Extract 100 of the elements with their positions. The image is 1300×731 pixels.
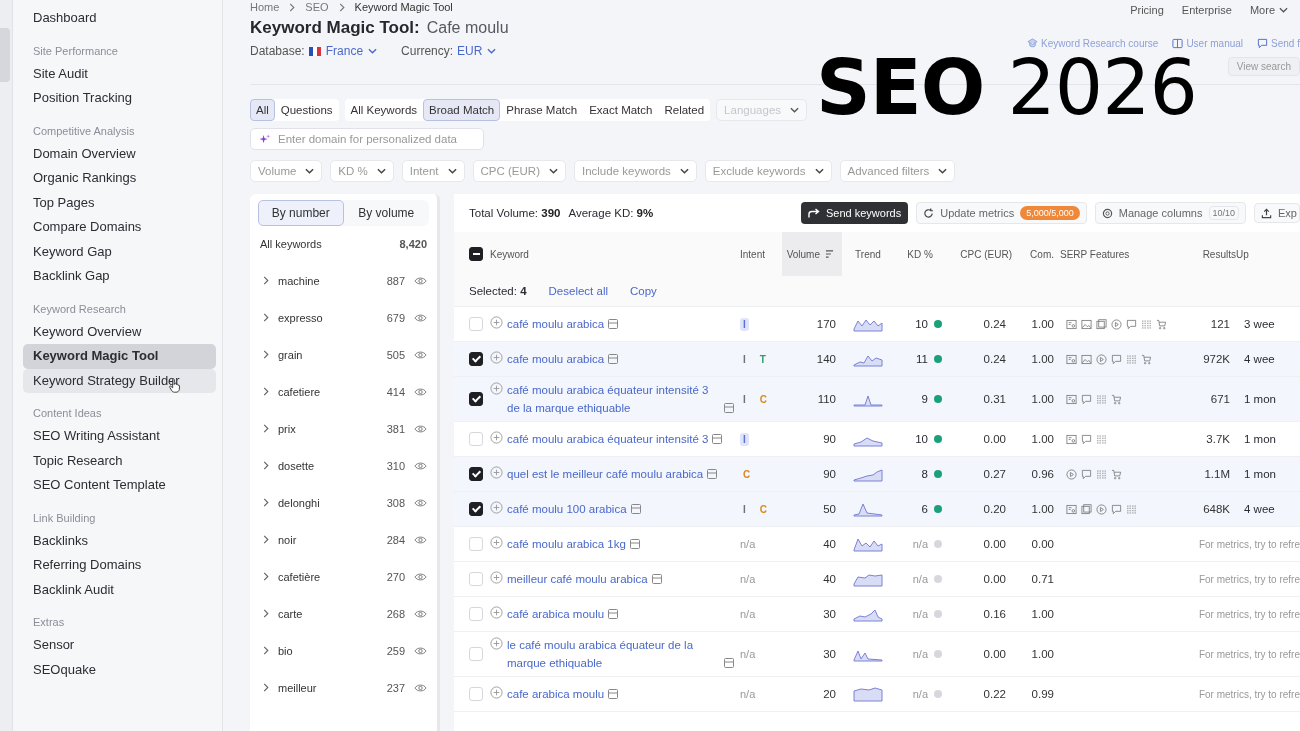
keyword-link[interactable]: café moulu 100 arabica <box>507 500 627 518</box>
group-name[interactable]: All keywords <box>260 238 391 250</box>
serp-snapshot-icon[interactable] <box>707 469 718 479</box>
serp-snapshot-icon[interactable] <box>608 354 619 364</box>
sidebar-item[interactable]: SEO Writing Assistant <box>23 424 216 449</box>
group-name[interactable]: cafetière <box>278 570 378 583</box>
sidebar-item[interactable]: Keyword Magic Tool <box>23 344 216 369</box>
column-header[interactable]: Results <box>1178 232 1236 276</box>
scope-tab[interactable]: All <box>250 99 275 121</box>
breadcrumb-link[interactable]: Home <box>250 1 280 13</box>
expand-chevron-icon[interactable] <box>263 683 269 692</box>
column-header[interactable]: Trend <box>842 232 894 276</box>
expand-chevron-icon[interactable] <box>263 646 269 655</box>
expand-chevron-icon[interactable] <box>263 572 269 581</box>
eye-icon[interactable] <box>414 571 427 582</box>
keyword-link[interactable]: cafe arabica moulu <box>507 685 605 703</box>
keyword-link[interactable]: café moulu arabica équateur intensité 3 de la marque ethiquable <box>507 381 720 417</box>
eye-icon[interactable] <box>414 497 427 508</box>
add-circle-icon[interactable] <box>490 606 503 619</box>
sidebar-item[interactable]: SEO Content Template <box>23 473 216 498</box>
add-circle-icon[interactable] <box>490 351 503 364</box>
expand-chevron-icon[interactable] <box>263 313 269 322</box>
add-circle-icon[interactable] <box>490 316 503 329</box>
eye-icon[interactable] <box>414 386 427 397</box>
sidebar-item[interactable]: SEOquake <box>23 657 216 682</box>
top-nav-link[interactable]: More <box>1249 4 1275 16</box>
add-circle-icon[interactable] <box>490 571 503 584</box>
currency-dropdown[interactable]: EUR <box>457 44 497 58</box>
eye-icon[interactable] <box>414 682 427 693</box>
expand-chevron-icon[interactable] <box>263 276 269 285</box>
group-name[interactable]: carte <box>278 607 378 620</box>
expand-chevron-icon[interactable] <box>263 498 269 507</box>
keyword-link[interactable]: le café moulu arabica équateur de la marque ethiquable <box>507 636 720 672</box>
sidebar-item[interactable]: Backlink Gap <box>23 264 216 289</box>
serp-snapshot-icon[interactable] <box>724 403 734 413</box>
eye-icon[interactable] <box>414 608 427 619</box>
manage-columns-button[interactable]: Manage columns 10/10 <box>1094 202 1247 224</box>
keyword-link[interactable]: quel est le meilleur café moulu arabica <box>507 465 704 483</box>
column-header[interactable]: KD % <box>894 232 946 276</box>
keyword-link[interactable]: café moulu arabica <box>507 315 605 333</box>
group-name[interactable]: cafetiere <box>278 385 378 398</box>
sidebar-item[interactable]: Backlinks <box>23 528 216 553</box>
column-header[interactable]: CPC (EUR) <box>946 232 1012 276</box>
serp-snapshot-icon[interactable] <box>630 504 641 514</box>
keyword-link[interactable]: café moulu arabica 1kg <box>507 535 626 553</box>
column-header[interactable]: SERP Features <box>1060 232 1178 276</box>
column-header[interactable]: Com. <box>1012 232 1060 276</box>
expand-chevron-icon[interactable] <box>263 535 269 544</box>
add-circle-icon[interactable] <box>490 536 503 549</box>
serp-snapshot-icon[interactable] <box>651 574 662 584</box>
expand-chevron-icon[interactable] <box>263 350 269 359</box>
expand-chevron-icon[interactable] <box>263 424 269 433</box>
keyword-link[interactable]: café arabica moulu <box>507 605 605 623</box>
add-circle-icon[interactable] <box>490 501 503 514</box>
row-checkbox[interactable] <box>469 392 483 406</box>
sidebar-item[interactable]: Position Tracking <box>23 86 216 111</box>
deselect-all-link[interactable]: Deselect all <box>548 285 608 297</box>
expand-chevron-icon[interactable] <box>263 387 269 396</box>
serp-snapshot-icon[interactable] <box>724 658 734 668</box>
match-tab[interactable]: Broad Match <box>423 99 501 121</box>
keyword-link[interactable]: café moulu arabica équateur intensité 3 <box>507 430 709 448</box>
keyword-link[interactable]: cafe moulu arabica <box>507 350 605 368</box>
sidebar-item[interactable]: Domain Overview <box>23 141 216 166</box>
top-nav-link[interactable]: Enterprise <box>1181 4 1232 16</box>
serp-snapshot-icon[interactable] <box>629 539 640 549</box>
sidebar-item[interactable]: Backlink Audit <box>23 577 216 602</box>
serp-snapshot-icon[interactable] <box>608 689 619 699</box>
group-name[interactable]: delonghi <box>278 496 378 509</box>
row-checkbox[interactable] <box>469 502 483 516</box>
eye-icon[interactable] <box>414 460 427 471</box>
serp-snapshot-icon[interactable] <box>608 609 619 619</box>
eye-icon[interactable] <box>414 423 427 434</box>
breadcrumb-link[interactable]: SEO <box>305 1 329 13</box>
group-sort-tab[interactable]: By number <box>258 200 344 226</box>
row-checkbox[interactable] <box>469 352 483 366</box>
sidebar-item[interactable]: Site Audit <box>23 61 216 86</box>
group-name[interactable]: dosette <box>278 459 378 472</box>
group-sort-tab[interactable]: By volume <box>343 200 429 226</box>
row-checkbox[interactable] <box>469 467 483 481</box>
top-nav-link[interactable]: Pricing <box>1130 4 1164 16</box>
group-name[interactable]: expresso <box>278 311 378 324</box>
database-dropdown[interactable]: France <box>308 44 378 58</box>
add-circle-icon[interactable] <box>490 431 503 444</box>
eye-icon[interactable] <box>414 534 427 545</box>
sidebar-item[interactable]: Organic Rankings <box>23 166 216 191</box>
breadcrumb-link[interactable]: Keyword Magic Tool <box>354 1 453 13</box>
add-circle-icon[interactable] <box>490 686 503 699</box>
add-circle-icon[interactable] <box>490 382 503 395</box>
keyword-link[interactable]: meilleur café moulu arabica <box>507 570 648 588</box>
sidebar-item[interactable]: Referring Domains <box>23 553 216 578</box>
group-name[interactable]: prix <box>278 422 378 435</box>
sidebar-item[interactable]: Dashboard <box>23 6 216 31</box>
group-name[interactable]: bio <box>278 644 378 657</box>
sidebar-item[interactable]: Top Pages <box>23 190 216 215</box>
add-circle-icon[interactable] <box>490 466 503 479</box>
column-header[interactable]: Up <box>1236 232 1300 276</box>
sidebar-item[interactable]: Keyword Overview <box>23 319 216 344</box>
column-header[interactable]: Volume <box>782 232 842 276</box>
domain-field[interactable]: Enter domain for personalized data <box>250 128 484 150</box>
serp-snapshot-icon[interactable] <box>608 319 619 329</box>
